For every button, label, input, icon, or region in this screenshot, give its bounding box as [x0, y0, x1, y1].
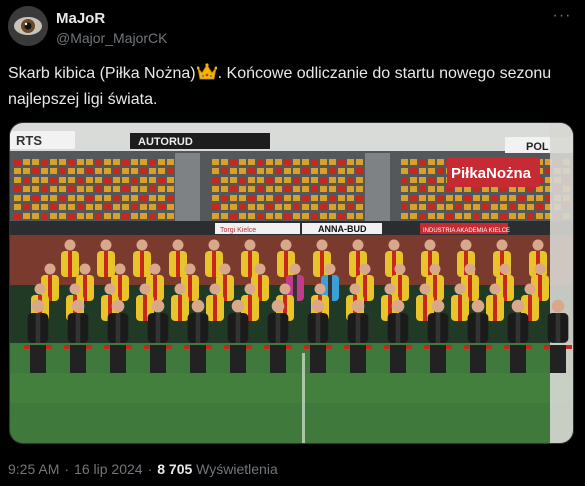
tweet-time[interactable]: 9:25 AM	[8, 461, 59, 477]
author-display-name[interactable]: MaJoR	[56, 10, 105, 27]
crown-emoji-icon	[196, 63, 218, 88]
team-photo[interactable]: RTS AUTORUD POL PiłkaNożna Torgi Kielce …	[9, 122, 574, 444]
banner-torgi: Torgi Kielce	[220, 227, 256, 234]
views-label: Wyświetlenia	[196, 461, 278, 477]
tweet-date[interactable]: 16 lip 2024	[74, 461, 143, 477]
banner-industria: INDUSTRIA AKADEMIA KIELCE	[423, 228, 510, 234]
author-handle[interactable]: @Major_MajorCK	[56, 30, 167, 46]
banner-pilka-nozna: PiłkaNożna	[451, 165, 532, 182]
meta-separator-2: ·	[147, 461, 153, 477]
tweet-header: MaJoR @Major_MajorCK ···	[8, 6, 577, 50]
banner-pol: POL	[526, 141, 549, 153]
views-count: 8 705	[157, 461, 193, 477]
tweet-meta: 9:25 AM · 16 lip 2024 · 8 705 Wyświetlenia	[8, 461, 278, 477]
team-photo-image: RTS AUTORUD POL PiłkaNożna Torgi Kielce …	[10, 123, 573, 443]
tweet-text-part1: Skarb kibica (Piłka Nożna)	[8, 65, 196, 82]
team-member	[187, 299, 209, 343]
avatar-image	[8, 6, 48, 46]
banner-anna-bud: ANNA-BUD	[318, 224, 367, 234]
banner-arts: RTS	[16, 133, 42, 148]
meta-separator: ·	[64, 461, 70, 477]
avatar[interactable]	[8, 6, 48, 46]
tweet-text: Skarb kibica (Piłka Nożna). Końcowe odli…	[8, 62, 568, 111]
banner-autorud: AUTORUD	[138, 136, 193, 148]
team-member	[467, 299, 489, 343]
more-options-icon[interactable]: ···	[551, 8, 573, 26]
